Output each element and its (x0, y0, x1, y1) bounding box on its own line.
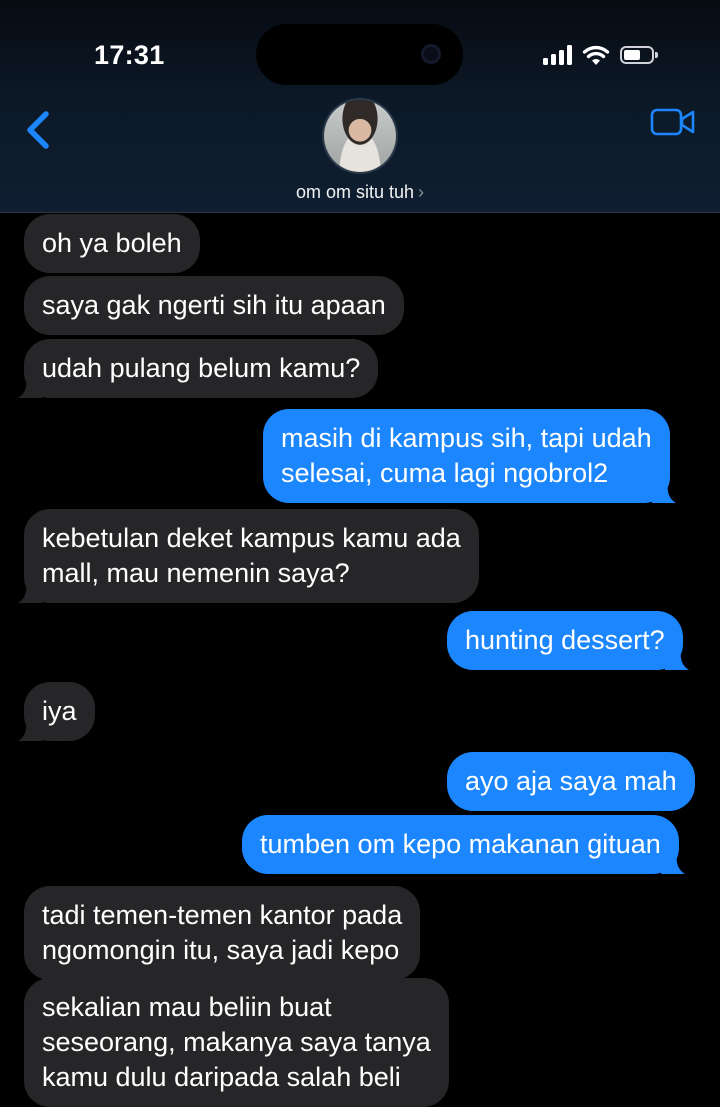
video-camera-icon[interactable] (650, 105, 696, 139)
dynamic-island (256, 24, 463, 85)
signal-icon (543, 45, 572, 65)
message-text: saya gak ngerti sih itu apaan (42, 290, 386, 320)
message-text: oh ya boleh (42, 228, 182, 258)
message-bubble-received[interactable]: sekalian mau beliin buat seseorang, maka… (24, 978, 449, 1107)
message-bubble-received[interactable]: kebetulan deket kampus kamu ada mall, ma… (18, 509, 479, 603)
status-time: 17:31 (94, 40, 165, 70)
wifi-icon (582, 45, 610, 65)
message-bubble-sent[interactable]: ayo aja saya mah (447, 752, 695, 811)
contact-avatar[interactable] (324, 100, 396, 172)
message-bubble-sent[interactable]: masih di kampus sih, tapi udah selesai, … (263, 409, 676, 503)
contact-name[interactable]: om om situ tuh › (0, 182, 720, 203)
chevron-left-icon[interactable] (20, 106, 60, 154)
message-bubble-sent[interactable]: tumben om kepo makanan gituan (242, 815, 685, 874)
message-text: selesai, cuma lagi ngobrol2 (281, 458, 609, 488)
battery-icon (620, 46, 658, 64)
bubble-tail (18, 719, 42, 741)
bubble-tail (18, 376, 42, 398)
message-bubble-received[interactable]: iya (18, 682, 95, 741)
message-text: ayo aja saya mah (465, 766, 677, 796)
message-text: hunting dessert? (465, 625, 665, 655)
bubble-tail (660, 852, 685, 874)
message-text: seseorang, makanya saya tanya (42, 1027, 431, 1057)
contact-name-label[interactable]: om om situ tuh (296, 182, 414, 202)
message-text: mall, mau nemenin saya? (42, 558, 350, 588)
message-text: ngomongin itu, saya jadi kepo (42, 935, 400, 965)
bubble-tail (18, 581, 42, 603)
message-text: tumben om kepo makanan gituan (260, 829, 661, 859)
chevron-right-icon: › (418, 182, 425, 202)
message-bubble-received[interactable]: oh ya boleh (24, 214, 200, 273)
message-text: masih di kampus sih, tapi udah (281, 423, 652, 453)
front-camera-icon (421, 44, 441, 64)
message-bubble-received[interactable]: saya gak ngerti sih itu apaan (24, 276, 404, 335)
bubble-tail (651, 481, 676, 503)
status-icons (543, 42, 658, 68)
message-text: kebetulan deket kampus kamu ada (42, 523, 461, 553)
bubble-tail (664, 648, 689, 670)
message-text: kamu dulu daripada salah beli (42, 1062, 401, 1092)
message-bubble-received[interactable]: udah pulang belum kamu? (18, 339, 379, 398)
message-text: udah pulang belum kamu? (42, 353, 361, 383)
message-text: iya (42, 696, 77, 726)
message-text: sekalian mau beliin buat (42, 992, 332, 1022)
message-text: tadi temen-temen kantor pada (42, 900, 403, 930)
message-bubble-sent[interactable]: hunting dessert? (447, 611, 689, 670)
chat-header: 17:31 om om situ tuh › (0, 0, 720, 213)
message-bubble-received[interactable]: tadi temen-temen kantor pada ngomongin i… (24, 886, 421, 980)
